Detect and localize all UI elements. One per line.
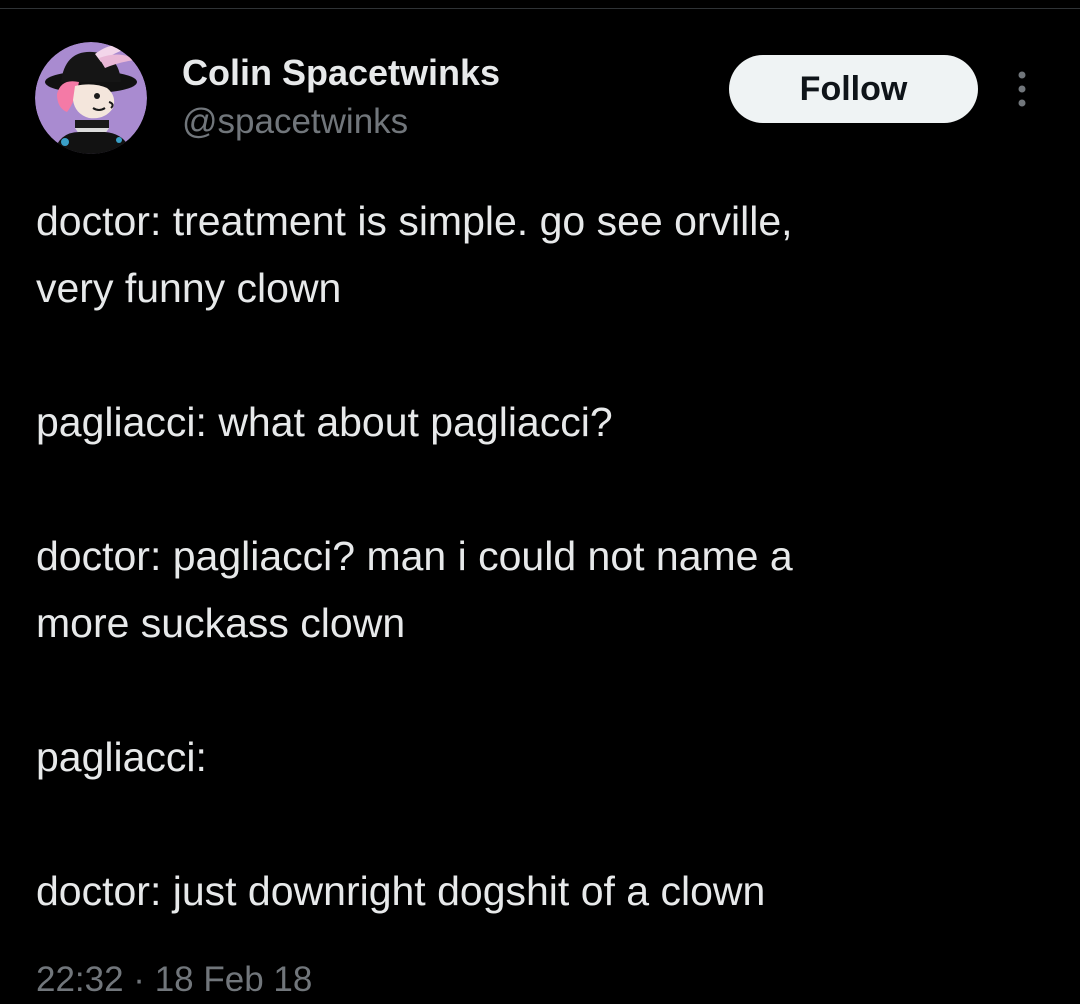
author-name[interactable]: Colin Spacetwinks [182,52,500,94]
tweet-line: pagliacci: [36,734,207,780]
tweet-line: very funny clown [36,265,342,311]
avatar-illustration-icon [35,42,147,154]
tweet-line: more suckass clown [36,600,406,646]
more-vertical-icon [1018,71,1026,107]
tweet-line: doctor: pagliacci? man i could not name … [36,533,793,579]
author-handle[interactable]: @spacetwinks [182,101,408,143]
follow-button[interactable]: Follow [729,55,978,123]
tweet-line: doctor: treatment is simple. go see orvi… [36,198,793,244]
tweet-line: pagliacci: what about pagliacci? [36,399,613,445]
author-avatar[interactable] [35,42,147,154]
tweet-line: doctor: just downright dogshit of a clow… [36,868,766,914]
tweet-text: doctor: treatment is simple. go see orvi… [36,188,1046,925]
tweet-timestamp[interactable]: 22:32 · 18 Feb 18 [36,956,312,1004]
top-divider [0,8,1080,9]
more-options-button[interactable] [1004,68,1040,110]
